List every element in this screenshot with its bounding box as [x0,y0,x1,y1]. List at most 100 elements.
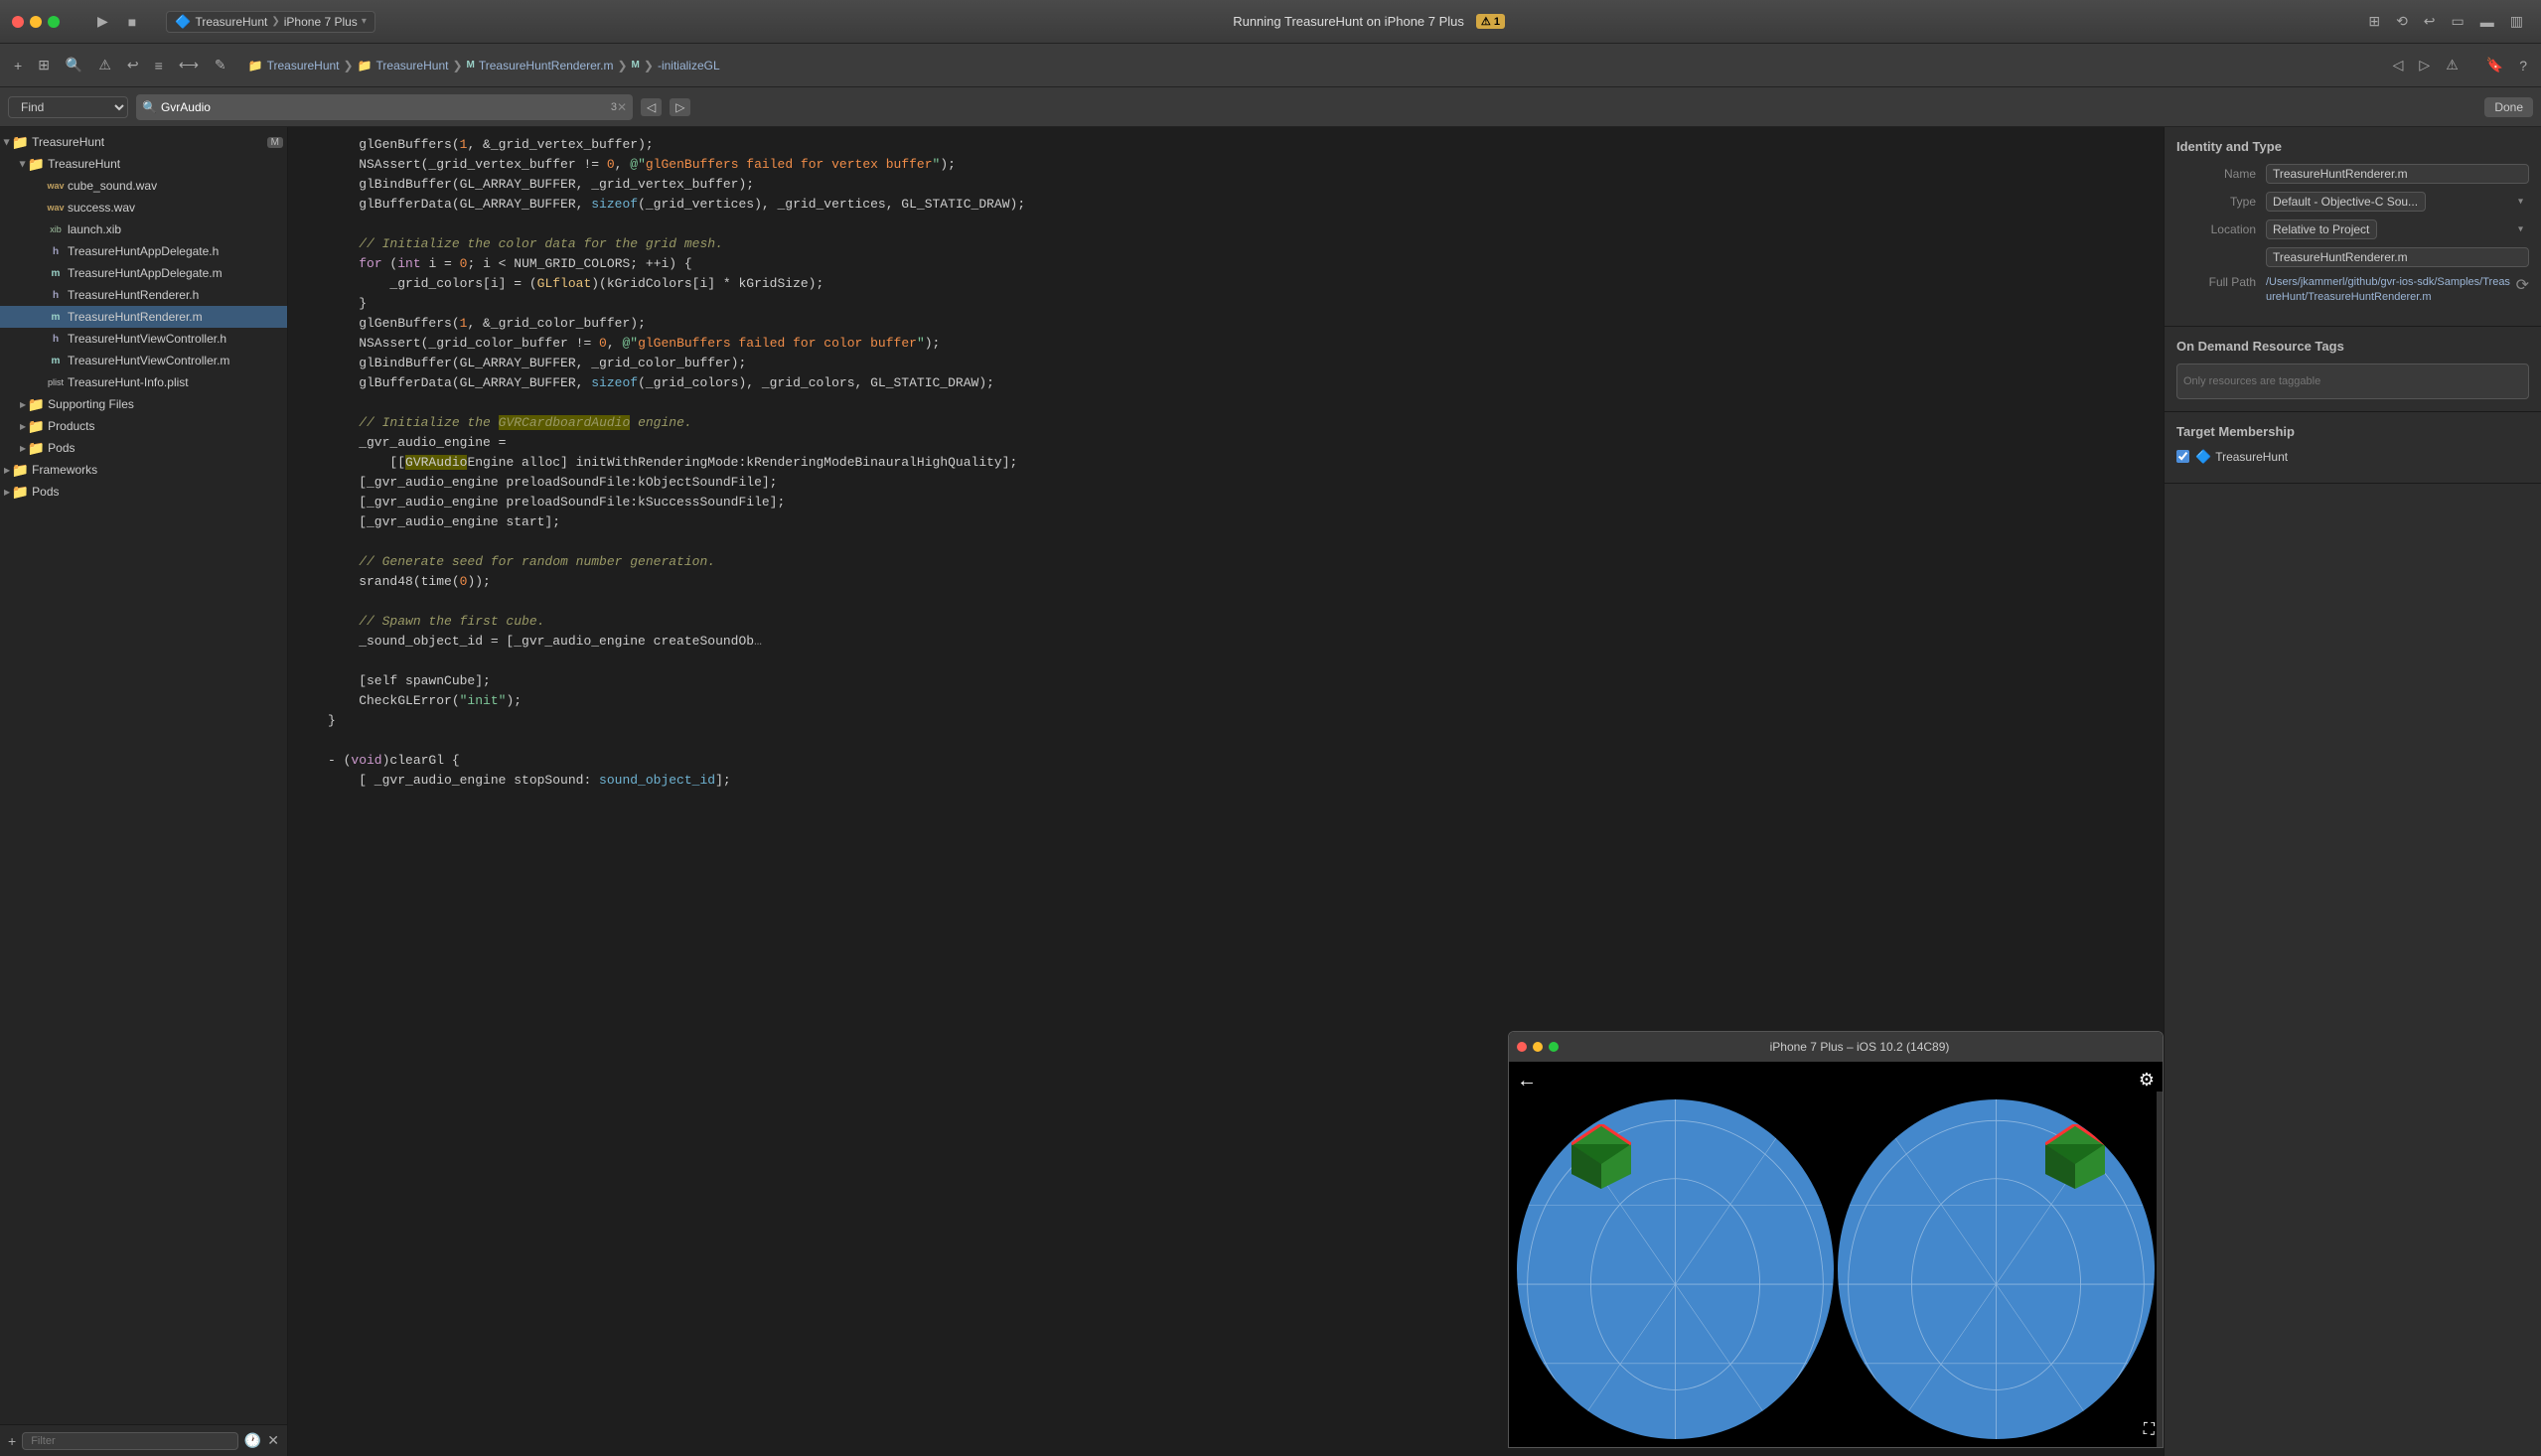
warning-badge[interactable]: ⚠ 1 [1476,14,1505,29]
warning-button[interactable]: ⚠ [92,55,117,75]
layout-3-button[interactable]: ▥ [2504,11,2529,32]
maximize-button[interactable] [48,16,60,28]
filepath-input[interactable] [2266,247,2529,267]
sidebar-file-tree: ▶ 📁 TreasureHunt M ▶ 📁 TreasureHunt wav … [0,127,287,1424]
sidebar-item-info-plist[interactable]: plist TreasureHunt-Info.plist [0,371,287,393]
code-line: for (int i = 0; i < NUM_GRID_COLORS; ++i… [288,254,2164,274]
right-panel: Identity and Type Name Type Default - Ob… [2164,127,2541,1456]
identity-type-title: Identity and Type [2176,139,2529,154]
sidebar-item-cube-sound[interactable]: wav cube_sound.wav [0,175,287,197]
sim-close-button[interactable] [1517,1042,1527,1052]
sim-minimize-button[interactable] [1533,1042,1543,1052]
sidebar-item-pods-child[interactable]: ▶ 📁 Pods [0,437,287,459]
device-name: iPhone 7 Plus [284,15,358,29]
sidebar-item-success-wav[interactable]: wav success.wav [0,197,287,218]
warning-inline-button[interactable]: ⚠ [2440,55,2465,75]
breadcrumb-treasurehunt-root[interactable]: 📁 TreasureHunt [248,59,340,73]
sidebar-item-viewcontroller-m[interactable]: m TreasureHuntViewController.m [0,350,287,371]
code-line: glBindBuffer(GL_ARRAY_BUFFER, _grid_vert… [288,175,2164,195]
sidebar-item-frameworks[interactable]: ▶ 📁 Frameworks [0,459,287,481]
back-forward-button[interactable]: ↩ [2418,11,2442,32]
target-app-icon: 🔷 [2195,449,2211,465]
sidebar-clock-btn[interactable]: 🕐 [244,1432,261,1449]
simulator-titlebar: iPhone 7 Plus – iOS 10.2 (14C89) [1509,1032,2163,1062]
target-checkbox[interactable] [2176,450,2189,463]
add-file-button[interactable]: + [8,56,28,75]
sidebar-item-pods-root[interactable]: ▶ 📁 Pods [0,481,287,503]
vr-grid-right [1838,1099,2155,1439]
add-file-button-sidebar[interactable]: + [8,1433,16,1449]
vr-view [1517,1070,2155,1439]
sidebar-item-products[interactable]: ▶ 📁 Products [0,415,287,437]
vr-right-eye [1838,1099,2155,1439]
sidebar-label-pods-child: Pods [48,441,75,455]
sidebar-filter-input[interactable] [22,1432,238,1450]
add-bookmark-button[interactable]: 🔖 [2480,55,2509,75]
breadcrumb-treasurehunt-group[interactable]: 📁 TreasureHunt [358,59,449,73]
search-button[interactable]: 🔍 [60,55,88,75]
reveal-in-finder-button[interactable]: ⟳ [2516,275,2529,295]
grid-view-button[interactable]: ⊞ [2362,11,2386,32]
type-select[interactable]: Default - Objective-C Sou... [2266,192,2426,212]
sidebar-item-root[interactable]: ▶ 📁 TreasureHunt M [0,131,287,153]
breadcrumb-method-badge[interactable]: M [632,60,640,71]
sidebar-cancel-btn[interactable]: ✕ [267,1432,279,1449]
fw-folder-icon: 📁 [12,462,28,478]
run-status: Running TreasureHunt on iPhone 7 Plus [1233,14,1464,29]
back-button-nav[interactable]: ↩ [121,55,145,75]
breadcrumb-method-name[interactable]: -initializeGL [658,59,720,73]
code-line [288,532,2164,552]
code-line: glGenBuffers(1, &_grid_color_buffer); [288,314,2164,334]
sidebar-item-appdelegate-m[interactable]: m TreasureHuntAppDelegate.m [0,262,287,284]
simulator-overlay: iPhone 7 Plus – iOS 10.2 (14C89) ← ⚙ [1508,1031,2164,1448]
sidebar-item-renderer-h[interactable]: h TreasureHuntRenderer.h [0,284,287,306]
code-line: glGenBuffers(1, &_grid_vertex_buffer); [288,135,2164,155]
sidebar-item-appdelegate-h[interactable]: h TreasureHuntAppDelegate.h [0,240,287,262]
folder-view-button[interactable]: ⊞ [32,55,56,75]
stop-button[interactable]: ■ [122,12,142,32]
find-prev-button[interactable]: ◁ [641,98,662,116]
prev-issue-button[interactable]: ◁ [2387,55,2410,75]
help-button[interactable]: ? [2513,56,2533,75]
list-button[interactable]: ≡ [149,56,169,75]
layout-2-button[interactable]: ▬ [2474,12,2500,32]
sidebar-label-cube-sound: cube_sound.wav [68,179,157,193]
simulator-back-button[interactable]: ← [1517,1070,1537,1092]
simulator-body: ← ⚙ [1509,1062,2163,1447]
code-line [288,592,2164,612]
code-line: [ _gvr_audio_engine stopSound: sound_obj… [288,771,2164,791]
breadcrumb-label-1: TreasureHunt [376,59,449,73]
minimize-button[interactable] [30,16,42,28]
diff-button[interactable]: ⟷ [173,55,205,75]
tags-input[interactable] [2176,364,2529,399]
scheme-selector[interactable]: 🔷 TreasureHunt ❯ iPhone 7 Plus ▾ [166,11,375,33]
simulator-scrollbar[interactable] [2157,1092,2163,1448]
vr-grid-left [1517,1099,1834,1439]
jump-button[interactable]: ⟲ [2390,11,2414,32]
name-input[interactable] [2266,164,2529,184]
sidebar-item-viewcontroller-h[interactable]: h TreasureHuntViewController.h [0,328,287,350]
run-button[interactable]: ▶ [91,11,114,32]
find-mode-selector[interactable]: Find Find & Replace [8,96,128,118]
fullpath-row: Full Path /Users/jkammerl/github/gvr-ios… [2176,275,2529,306]
sidebar-item-renderer-m[interactable]: m TreasureHuntRenderer.m [0,306,287,328]
sidebar-item-launch-xib[interactable]: xib launch.xib [0,218,287,240]
close-button[interactable] [12,16,24,28]
sidebar-item-supporting-files[interactable]: ▶ 📁 Supporting Files [0,393,287,415]
breadcrumb-renderer-file[interactable]: M TreasureHuntRenderer.m [467,59,614,73]
find-done-button[interactable]: Done [2484,97,2533,117]
sidebar-item-group[interactable]: ▶ 📁 TreasureHunt [0,153,287,175]
code-line: [self spawnCube]; [288,671,2164,691]
location-select[interactable]: Relative to Project Absolute Path [2266,219,2377,239]
find-next-button[interactable]: ▷ [670,98,690,116]
simulator-settings-button[interactable]: ⚙ [2139,1070,2155,1091]
code-line: [[GVRAudioEngine alloc] initWithRenderin… [288,453,2164,473]
find-input[interactable] [161,100,611,114]
layout-1-button[interactable]: ▭ [2446,11,2470,32]
triangle-icon-sf: ▶ [20,400,26,409]
sim-zoom-button[interactable] [1549,1042,1559,1052]
next-issue-button[interactable]: ▷ [2413,55,2436,75]
find-clear-button[interactable]: ✕ [617,100,627,114]
mark-button[interactable]: ✎ [209,55,232,75]
simulator-expand-button[interactable]: ⛶ [2144,1421,2155,1439]
